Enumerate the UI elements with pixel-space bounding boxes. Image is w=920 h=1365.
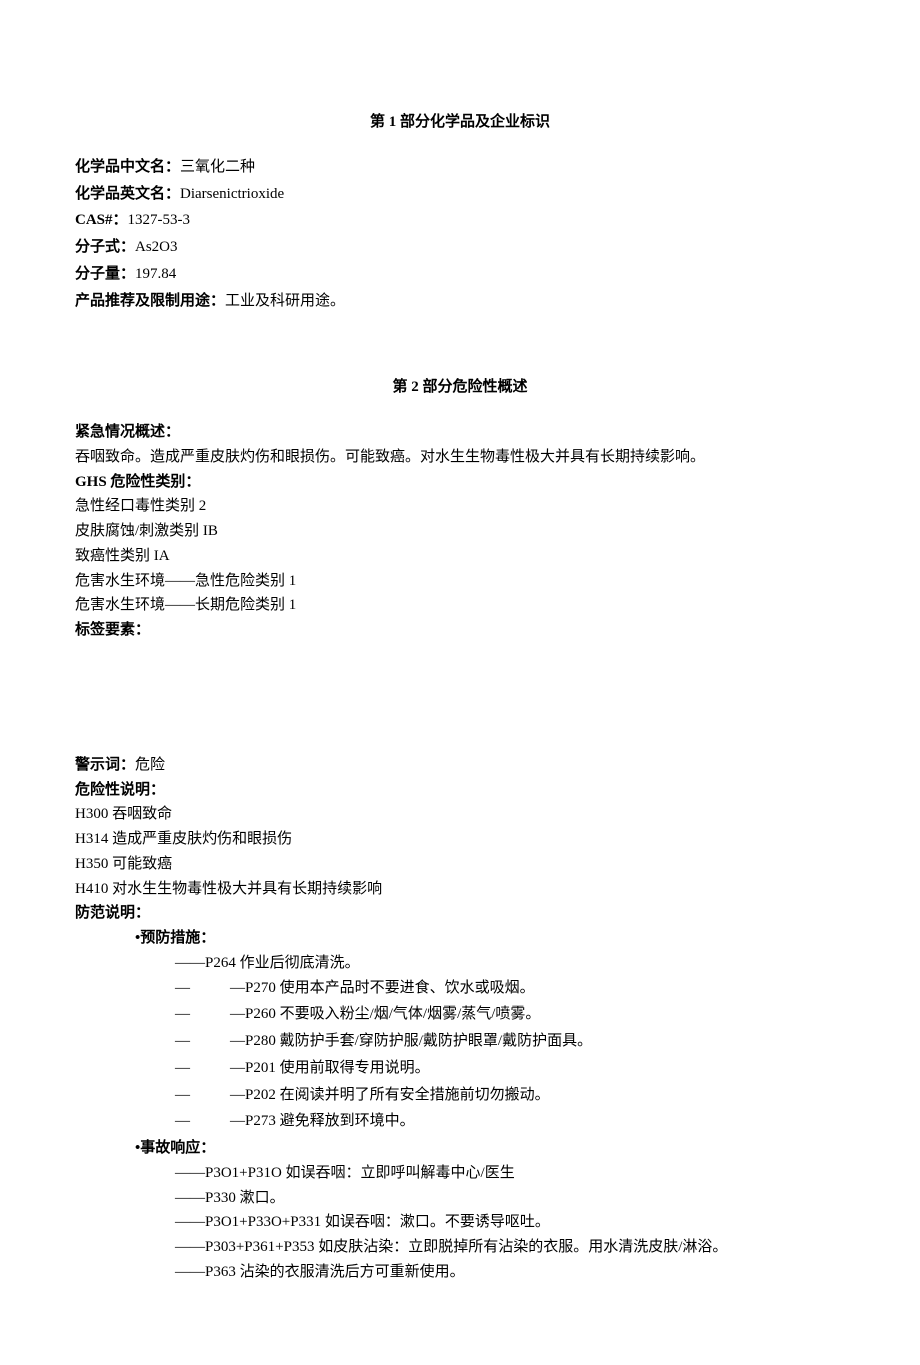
response-heading: •事故响应：: [75, 1136, 845, 1161]
prevention-text: —P202 在阅读并明了所有安全措施前切勿搬动。: [230, 1083, 845, 1108]
en-name-label: 化学品英文名：: [75, 186, 180, 202]
mw-field: 分子量：197.84: [75, 262, 845, 287]
formula-field: 分子式：As2O3: [75, 235, 845, 260]
signal-word-label: 警示词：: [75, 757, 135, 773]
ghs-item: 皮肤腐蚀/刺激类别 IB: [75, 519, 845, 544]
prevention-text: —P270 使用本产品时不要进食、饮水或吸烟。: [230, 976, 845, 1001]
cas-value: 1327-53-3: [128, 212, 191, 228]
emergency-text: 吞咽致命。造成严重皮肤灼伤和眼损伤。可能致癌。对水生生物毒性极大并具有长期持续影…: [75, 445, 845, 470]
usage-field: 产品推荐及限制用途：工业及科研用途。: [75, 289, 845, 314]
dash-icon: —: [175, 1056, 230, 1081]
ghs-item: 危害水生环境——急性危险类别 1: [75, 569, 845, 594]
cn-name-field: 化学品中文名：三氧化二种: [75, 155, 845, 180]
precaution-label: 防范说明：: [75, 901, 845, 926]
hazard-statement: H350 可能致癌: [75, 852, 845, 877]
dash-icon: —: [175, 1002, 230, 1027]
prevention-item: — —P201 使用前取得专用说明。: [75, 1056, 845, 1081]
hazard-statement: H300 吞咽致命: [75, 802, 845, 827]
prevention-text: —P260 不要吸入粉尘/烟/气体/烟雾/蒸气/喷雾。: [230, 1002, 845, 1027]
hazard-statement-label: 危险性说明：: [75, 778, 845, 803]
signal-word-value: 危险: [135, 757, 165, 773]
en-name-field: 化学品英文名：Diarsenictrioxide: [75, 182, 845, 207]
prevention-item: — —P273 避免释放到环境中。: [75, 1109, 845, 1134]
usage-value: 工业及科研用途。: [225, 293, 345, 309]
response-item: ——P3O1+P33O+P331 如误吞咽：漱口。不要诱导呕吐。: [75, 1210, 845, 1235]
prevention-heading: •预防措施：: [75, 926, 845, 951]
response-item: ——P363 沾染的衣服清洗后方可重新使用。: [75, 1260, 845, 1285]
cas-field: CAS#：1327-53-3: [75, 208, 845, 233]
ghs-item: 致癌性类别 IA: [75, 544, 845, 569]
cn-name-value: 三氧化二种: [180, 159, 255, 175]
response-item: ——P3O1+P31O 如误吞咽：立即呼叫解毒中心/医生: [75, 1161, 845, 1186]
dash-icon: —: [175, 1083, 230, 1108]
prevention-item: — —P260 不要吸入粉尘/烟/气体/烟雾/蒸气/喷雾。: [75, 1002, 845, 1027]
label-elements-label: 标签要素：: [75, 618, 845, 643]
prevention-text: —P273 避免释放到环境中。: [230, 1109, 845, 1134]
prevention-item: ——P264 作业后彻底清洗。: [75, 951, 845, 976]
prevention-text: —P201 使用前取得专用说明。: [230, 1056, 845, 1081]
ghs-item: 危害水生环境——长期危险类别 1: [75, 593, 845, 618]
response-item: ——P303+P361+P353 如皮肤沾染：立即脱掉所有沾染的衣服。用水清洗皮…: [75, 1235, 845, 1260]
cn-name-label: 化学品中文名：: [75, 159, 180, 175]
dash-icon: —: [175, 1109, 230, 1134]
formula-label: 分子式：: [75, 239, 135, 255]
hazard-statement: H314 造成严重皮肤灼伤和眼损伤: [75, 827, 845, 852]
prevention-item: — —P280 戴防护手套/穿防护服/戴防护眼罩/戴防护面具。: [75, 1029, 845, 1054]
hazard-statement: H410 对水生生物毒性极大并具有长期持续影响: [75, 877, 845, 902]
prevention-item: — —P202 在阅读并明了所有安全措施前切勿搬动。: [75, 1083, 845, 1108]
prevention-item: — —P270 使用本产品时不要进食、饮水或吸烟。: [75, 976, 845, 1001]
emergency-label: 紧急情况概述：: [75, 420, 845, 445]
mw-value: 197.84: [135, 266, 176, 282]
usage-label: 产品推荐及限制用途：: [75, 293, 225, 309]
ghs-label: GHS 危险性类别：: [75, 470, 845, 495]
dash-icon: —: [175, 976, 230, 1001]
en-name-value: Diarsenictrioxide: [180, 186, 284, 202]
response-item: ——P330 漱口。: [75, 1186, 845, 1211]
ghs-item: 急性经口毒性类别 2: [75, 494, 845, 519]
cas-label: CAS#：: [75, 212, 128, 228]
formula-value: As2O3: [135, 239, 178, 255]
dash-icon: —: [175, 1029, 230, 1054]
prevention-text: —P280 戴防护手套/穿防护服/戴防护眼罩/戴防护面具。: [230, 1029, 845, 1054]
signal-word-line: 警示词：危险: [75, 753, 845, 778]
mw-label: 分子量：: [75, 266, 135, 282]
section2-title: 第 2 部分危险性概述: [75, 375, 845, 400]
section1-title: 第 1 部分化学品及企业标识: [75, 110, 845, 135]
